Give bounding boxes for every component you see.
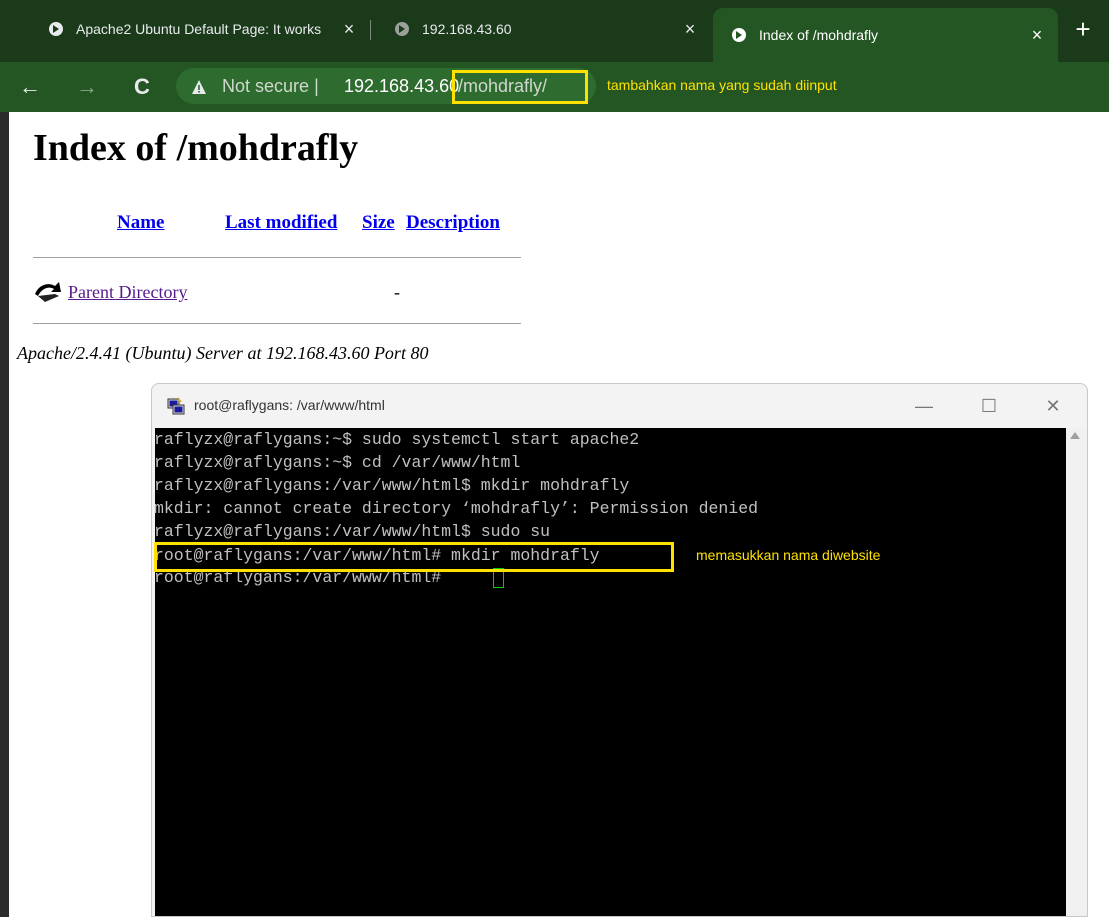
size-value: - xyxy=(394,282,400,302)
terminal-scrollbar[interactable] xyxy=(1066,428,1087,916)
terminal-line: raflyzx@raflygans:/var/www/html$ sudo su xyxy=(154,522,551,541)
column-size-link[interactable]: Size xyxy=(362,212,395,234)
back-arrow-icon xyxy=(35,282,61,302)
new-tab-button[interactable]: + xyxy=(1070,12,1096,46)
security-label: Not secure | xyxy=(222,72,319,100)
page-title: Index of /mohdrafly xyxy=(33,127,359,169)
url-highlight-box xyxy=(452,70,588,104)
column-last-modified-link[interactable]: Last modified xyxy=(225,212,337,234)
command-highlight-box xyxy=(154,542,674,572)
divider xyxy=(33,323,521,324)
globe-icon xyxy=(395,22,409,36)
tab-title: Apache2 Ubuntu Default Page: It works xyxy=(76,21,322,37)
close-tab-icon[interactable]: × xyxy=(338,19,360,40)
terminal-title: root@raflygans: /var/www/html xyxy=(194,397,385,413)
column-description-link[interactable]: Description xyxy=(406,212,500,234)
terminal-line: raflyzx@raflygans:~$ cd /var/www/html xyxy=(154,453,521,472)
terminal-titlebar[interactable]: root@raflygans: /var/www/html — ☐ ✕ xyxy=(152,384,1087,428)
tab-apache-default[interactable]: Apache2 Ubuntu Default Page: It works × xyxy=(16,8,370,50)
warning-icon[interactable] xyxy=(191,79,207,95)
url-host[interactable]: 192.168.43.60 xyxy=(344,72,459,100)
back-button[interactable]: ← xyxy=(13,70,47,104)
close-tab-icon[interactable]: × xyxy=(1026,25,1048,46)
putty-icon xyxy=(167,397,185,415)
tab-title: 192.168.43.60 xyxy=(422,21,512,37)
tab-separator xyxy=(370,20,371,40)
left-edge-bar xyxy=(0,112,9,917)
reload-button[interactable]: C xyxy=(125,70,159,104)
tab-strip: Apache2 Ubuntu Default Page: It works × … xyxy=(0,0,1109,62)
parent-directory-link[interactable]: Parent Directory xyxy=(68,282,187,303)
tab-ip[interactable]: 192.168.43.60 × xyxy=(376,8,711,50)
not-secure-text: Not secure xyxy=(222,76,310,96)
command-annotation: memasukkan nama diwebsite xyxy=(696,547,881,563)
globe-icon xyxy=(732,28,746,42)
terminal-line: raflyzx@raflygans:~$ sudo systemctl star… xyxy=(154,430,640,449)
tab-index-mohdrafly[interactable]: Index of /mohdrafly × xyxy=(713,8,1058,62)
terminal-line: mkdir: cannot create directory ‘mohdrafl… xyxy=(154,499,758,518)
url-annotation: tambahkan nama yang sudah diinput xyxy=(607,77,837,93)
close-tab-icon[interactable]: × xyxy=(679,19,701,40)
server-signature: Apache/2.4.41 (Ubuntu) Server at 192.168… xyxy=(17,343,429,363)
column-name-link[interactable]: Name xyxy=(117,212,164,234)
url-separator: | xyxy=(314,76,319,96)
terminal-line: raflyzx@raflygans:/var/www/html$ mkdir m… xyxy=(154,476,630,495)
divider xyxy=(33,257,521,258)
globe-icon xyxy=(49,22,63,36)
forward-button[interactable]: → xyxy=(70,70,104,104)
maximize-button[interactable]: ☐ xyxy=(975,392,1003,420)
minimize-button[interactable]: — xyxy=(910,392,938,420)
scroll-up-arrow-icon[interactable] xyxy=(1070,432,1080,439)
tab-title: Index of /mohdrafly xyxy=(759,27,879,43)
close-button[interactable]: ✕ xyxy=(1039,392,1067,420)
